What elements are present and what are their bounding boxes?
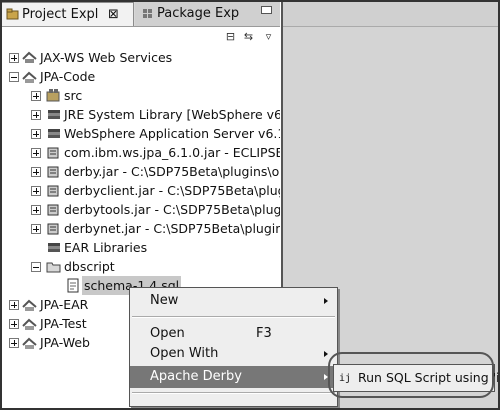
package-explorer-icon: [143, 9, 152, 18]
tree-item-label: JPA-Web: [40, 335, 90, 350]
menu-item-new[interactable]: New: [130, 290, 337, 312]
tree-item-derbytools[interactable]: derbytools.jar - C:\SDP75Beta\plugin: [2, 200, 280, 219]
expand-icon[interactable]: [31, 224, 41, 234]
view-menu-icon[interactable]: ▿: [262, 30, 275, 43]
menu-item-label: Open With: [150, 346, 219, 361]
expand-icon[interactable]: [31, 129, 41, 139]
tree-item-label: WebSphere Application Server v6.1 [: [64, 126, 280, 141]
view-tab-bar: Project Expl ⊠ Package Exp: [2, 2, 280, 27]
expand-icon[interactable]: [31, 167, 41, 177]
web-services-icon: [22, 51, 37, 63]
library-icon: [48, 243, 60, 252]
submenu-arrow-icon: [324, 298, 328, 304]
tree-item-label: src: [64, 88, 83, 103]
expand-icon[interactable]: [9, 338, 19, 348]
tree-item-label: JPA-EAR: [40, 297, 89, 312]
tab-package-explorer[interactable]: Package Exp: [135, 2, 280, 26]
project-icon: [22, 71, 37, 83]
project-icon: [22, 337, 37, 349]
jar-icon: [47, 223, 59, 235]
menu-item-label: Open: [150, 326, 185, 341]
tree-item-label: EAR Libraries: [64, 240, 148, 255]
collapse-icon[interactable]: [31, 262, 41, 272]
tab-package-explorer-label: Package Exp: [157, 6, 240, 21]
expand-icon[interactable]: [9, 300, 19, 310]
expand-icon[interactable]: [9, 319, 19, 329]
menu-item-open-with[interactable]: Open With: [130, 343, 337, 365]
expand-icon[interactable]: [31, 110, 41, 120]
tree-item-label: derby.jar - C:\SDP75Beta\plugins\org: [64, 164, 280, 179]
minimize-icon[interactable]: [261, 6, 272, 14]
menu-item-run-sql-script[interactable]: ij Run SQL Script using 'ij': [336, 367, 500, 388]
tree-item-label: derbyclient.jar - C:\SDP75Beta\plugin: [64, 183, 280, 198]
editor-tab-bar: [283, 2, 498, 27]
tab-project-explorer-label: Project Expl: [22, 7, 99, 22]
expand-icon[interactable]: [31, 148, 41, 158]
project-explorer-icon: [6, 8, 19, 20]
tree-item-derbyclient[interactable]: derbyclient.jar - C:\SDP75Beta\plugin: [2, 181, 280, 200]
tab-project-explorer[interactable]: Project Expl ⊠: [2, 2, 134, 26]
menu-separator: [132, 316, 335, 318]
folder-icon: [46, 262, 61, 273]
expand-icon[interactable]: [31, 91, 41, 101]
collapse-icon[interactable]: [9, 72, 19, 82]
menu-item-shortcut: F3: [256, 326, 272, 341]
tree-item-label: dbscript: [64, 259, 115, 274]
tree-item-label: JPA-Test: [40, 316, 87, 331]
apache-derby-submenu: ij Run SQL Script using 'ij': [333, 364, 500, 392]
expand-icon[interactable]: [31, 186, 41, 196]
tree-item-label: JPA-Code: [40, 69, 96, 84]
submenu-arrow-icon: [324, 351, 328, 357]
ij-icon: ij: [339, 373, 352, 384]
tree-item-dbscript[interactable]: dbscript: [2, 257, 280, 276]
tree-item-jpa-jar[interactable]: com.ibm.ws.jpa_6.1.0.jar - ECLIPSE_: [2, 143, 280, 162]
source-folder-icon: [46, 89, 60, 102]
menu-separator: [132, 392, 335, 394]
tree-item-label: derbynet.jar - C:\SDP75Beta\plugins: [64, 221, 280, 236]
jar-icon: [47, 204, 59, 216]
tree-item-jpa-code[interactable]: JPA-Code: [2, 67, 280, 86]
tree-item-jax-ws[interactable]: JAX-WS Web Services: [2, 48, 280, 67]
tree-item-derby[interactable]: derby.jar - C:\SDP75Beta\plugins\org: [2, 162, 280, 181]
collapse-all-icon[interactable]: ⊟: [224, 30, 237, 43]
close-icon[interactable]: ⊠: [108, 3, 119, 26]
tree-item-label: derbytools.jar - C:\SDP75Beta\plugin: [64, 202, 280, 217]
menu-item-apache-derby[interactable]: Apache Derby: [130, 366, 337, 388]
project-icon: [22, 299, 37, 311]
expand-icon[interactable]: [9, 53, 19, 63]
context-menu: New Open F3 Open With Apache Derby: [129, 287, 338, 407]
library-icon: [48, 129, 60, 138]
jar-icon: [47, 185, 59, 197]
expand-icon[interactable]: [31, 205, 41, 215]
menu-item-label: Apache Derby: [150, 369, 242, 384]
jar-icon: [47, 166, 59, 178]
sql-file-icon: [67, 278, 79, 293]
tree-item-label: com.ibm.ws.jpa_6.1.0.jar - ECLIPSE_: [64, 145, 280, 160]
menu-item-label: Run SQL Script using 'ij': [358, 370, 500, 385]
menu-item-open[interactable]: Open F3: [130, 323, 337, 345]
submenu-arrow-icon: [324, 374, 328, 380]
tree-item-websphere[interactable]: WebSphere Application Server v6.1 [: [2, 124, 280, 143]
view-toolbar: ⊟ ⇆ ▿: [2, 27, 280, 47]
tree-item-derbynet[interactable]: derbynet.jar - C:\SDP75Beta\plugins: [2, 219, 280, 238]
link-with-editor-icon[interactable]: ⇆: [242, 30, 255, 43]
tree-item-jre[interactable]: JRE System Library [WebSphere v6.: [2, 105, 280, 124]
tree-item-label: JAX-WS Web Services: [40, 50, 173, 65]
project-icon: [22, 318, 37, 330]
tree-item-label: JRE System Library [WebSphere v6.: [64, 107, 280, 122]
jar-icon: [47, 147, 59, 159]
tree-item-ear-libraries[interactable]: EAR Libraries: [2, 238, 280, 257]
library-icon: [48, 110, 60, 119]
tree-item-src[interactable]: src: [2, 86, 280, 105]
menu-item-label: New: [150, 293, 179, 308]
